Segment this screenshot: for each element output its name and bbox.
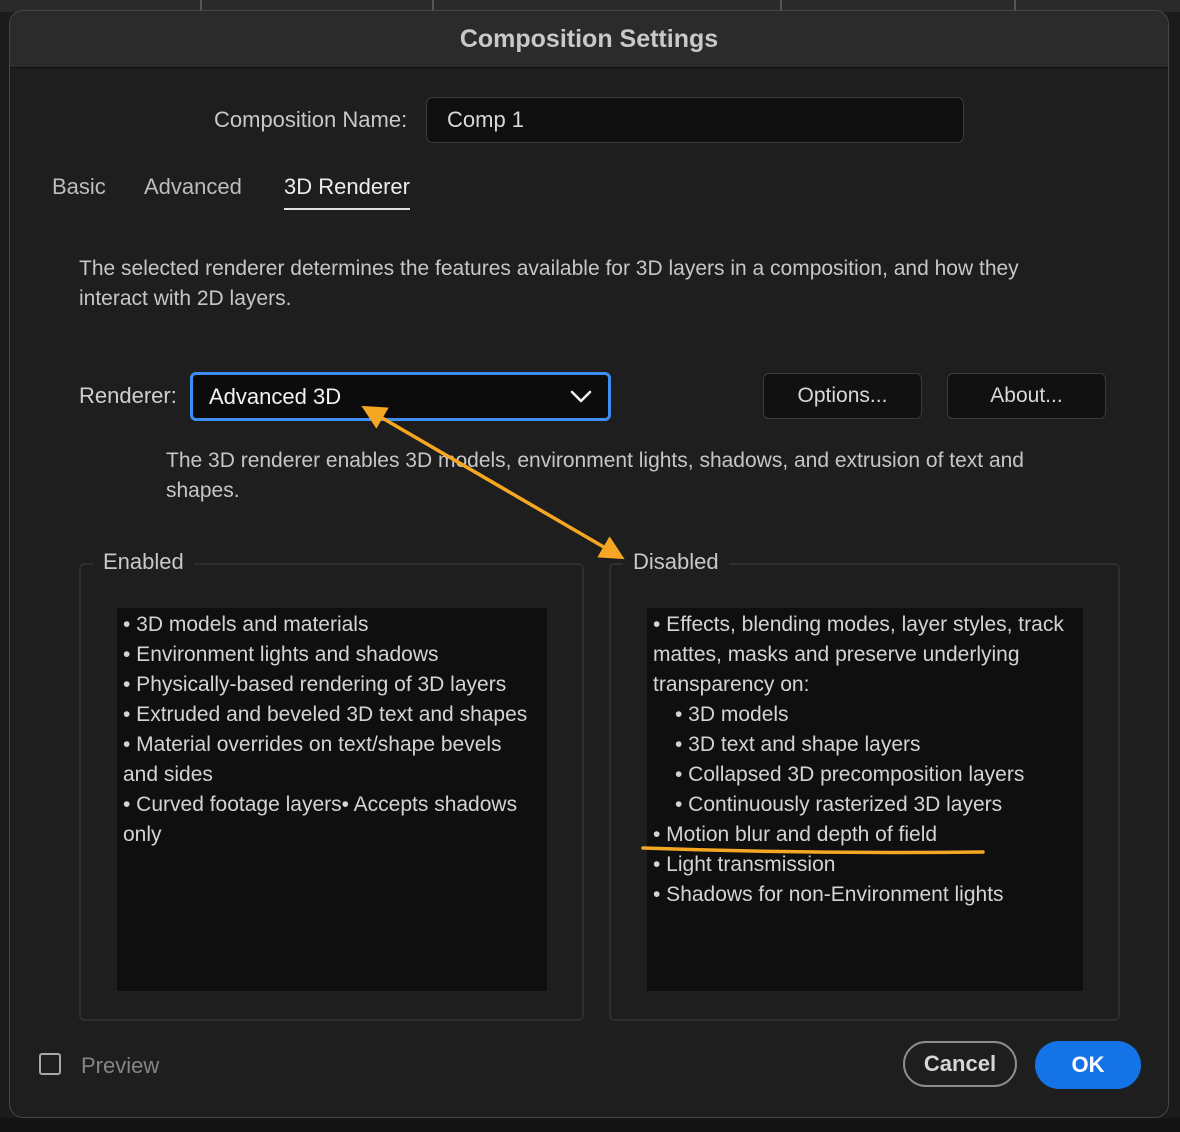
composition-name-label: Composition Name: — [214, 107, 408, 132]
tab-advanced[interactable]: Advanced — [144, 174, 242, 208]
list-item: • Effects, blending modes, layer styles,… — [653, 613, 1064, 696]
list-item: • Environment lights and shadows — [123, 643, 439, 666]
enabled-features-list[interactable]: • 3D models and materials • Environment … — [117, 608, 547, 991]
disabled-features-list[interactable]: • Effects, blending modes, layer styles,… — [647, 608, 1083, 991]
disabled-group-title: Disabled — [623, 549, 729, 575]
enabled-group-title: Enabled — [93, 549, 194, 575]
renderer-label: Renderer: — [79, 383, 177, 408]
about-button[interactable]: About... — [947, 373, 1106, 419]
preview-checkbox[interactable] — [39, 1053, 61, 1075]
composition-name-input[interactable] — [426, 97, 964, 143]
list-item: • Motion blur and depth of field — [653, 823, 938, 846]
list-item: • Extruded and beveled 3D text and shape… — [123, 703, 528, 726]
background-app-area — [0, 1118, 1180, 1132]
composition-settings-dialog: Composition Settings Composition Name: B… — [9, 10, 1169, 1118]
renderer-tab-description: The selected renderer determines the fea… — [79, 257, 1019, 310]
list-item: • Physically-based rendering of 3D layer… — [123, 673, 507, 696]
list-item: • 3D models and materials — [123, 613, 369, 636]
renderer-selected-value: Advanced 3D — [209, 383, 342, 409]
list-item: • Light transmission — [653, 853, 836, 876]
renderer-dropdown[interactable]: Advanced 3D — [190, 372, 611, 421]
dialog-title: Composition Settings — [10, 11, 1168, 68]
cancel-button[interactable]: Cancel — [903, 1041, 1017, 1087]
list-item: • Shadows for non-Environment lights — [653, 883, 1004, 906]
list-item: • 3D text and shape layers — [675, 733, 921, 756]
preview-label[interactable]: Preview — [81, 1053, 159, 1079]
list-item: • Continuously rasterized 3D layers — [675, 793, 1003, 816]
ok-button[interactable]: OK — [1035, 1041, 1141, 1089]
tab-3d-renderer[interactable]: 3D Renderer — [284, 174, 410, 210]
chevron-down-icon — [570, 390, 592, 402]
renderer-description: The 3D renderer enables 3D models, envir… — [166, 449, 1024, 502]
options-button[interactable]: Options... — [763, 373, 922, 419]
tab-basic[interactable]: Basic — [52, 174, 106, 208]
list-item: • Collapsed 3D precomposition layers — [675, 763, 1025, 786]
list-item: • Curved footage layers• Accepts shadows… — [123, 793, 518, 846]
list-item: • Material overrides on text/shape bevel… — [123, 733, 502, 786]
list-item: • 3D models — [675, 703, 789, 726]
